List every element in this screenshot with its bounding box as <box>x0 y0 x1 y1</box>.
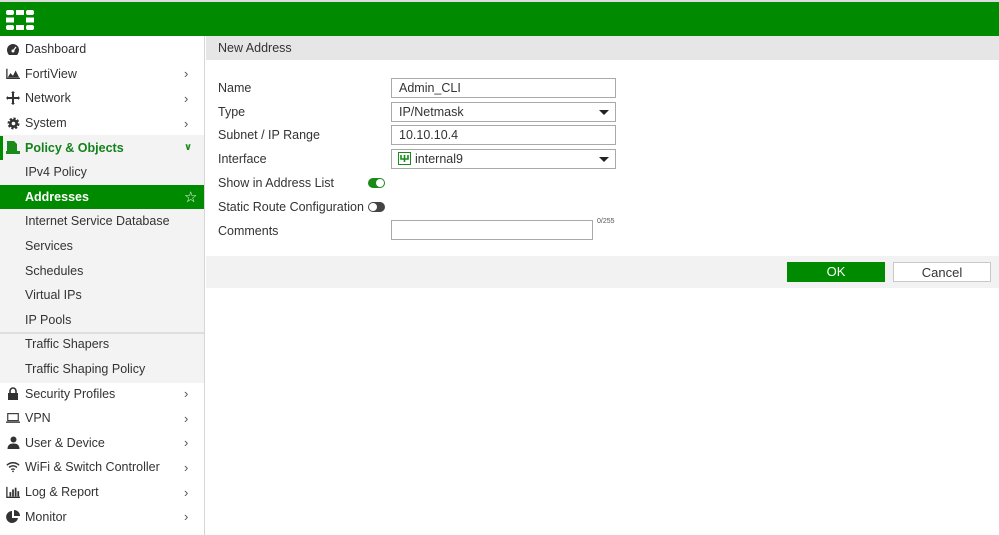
type-select[interactable]: IP/Netmask <box>391 102 616 122</box>
sidebar-item-dashboard[interactable]: Dashboard <box>0 37 204 62</box>
sidebar-item-label: Monitor <box>25 509 67 524</box>
sidebar-item-virtual-ips[interactable]: Virtual IPs <box>0 283 204 308</box>
sidebar-item-label: Log & Report <box>25 485 99 500</box>
sidebar-item-monitor[interactable]: Monitor › <box>0 504 204 529</box>
sidebar-item-label: Virtual IPs <box>25 288 82 303</box>
sidebar-item-label: Policy & Objects <box>25 140 124 155</box>
chevron-right-icon: › <box>184 66 189 82</box>
laptop-icon <box>6 411 20 425</box>
sidebar-item-ipv4-policy[interactable]: IPv4 Policy <box>0 160 204 185</box>
chevron-down-icon: ∨ <box>184 142 193 154</box>
star-icon[interactable]: ☆ <box>184 188 204 206</box>
sidebar-item-policy-objects[interactable]: Policy & Objects ∨ <box>0 135 204 160</box>
interface-select[interactable]: internal9 <box>391 149 616 169</box>
sidebar-item-system[interactable]: System › <box>0 111 204 136</box>
sidebar-item-label: System <box>25 116 67 131</box>
sidebar-item-log-report[interactable]: Log & Report › <box>0 480 204 505</box>
sidebar: Dashboard FortiView › Network › System › Policy… <box>0 36 205 535</box>
chevron-right-icon: › <box>184 459 189 475</box>
sidebar-item-internet-service-database[interactable]: Internet Service Database <box>0 209 204 234</box>
name-label: Name <box>218 81 252 95</box>
sidebar-item-security-profiles[interactable]: Security Profiles › <box>0 381 204 406</box>
sidebar-item-vpn[interactable]: VPN › <box>0 406 204 431</box>
cancel-button[interactable]: Cancel <box>893 262 991 282</box>
toggle-knob <box>376 179 384 187</box>
name-input[interactable]: Admin_CLI <box>391 78 616 98</box>
toggle-knob <box>369 203 377 211</box>
chevron-right-icon: › <box>184 435 189 451</box>
sidebar-item-label: FortiView <box>25 66 77 81</box>
type-value: IP/Netmask <box>399 105 464 119</box>
sidebar-item-label: Security Profiles <box>25 386 116 401</box>
sidebar-item-label: Internet Service Database <box>25 214 170 229</box>
sidebar-item-fortiview[interactable]: FortiView › <box>0 62 204 87</box>
comments-textarea[interactable] <box>391 220 593 240</box>
policy-icon <box>6 141 20 155</box>
static-route-toggle[interactable] <box>368 202 385 212</box>
chevron-right-icon: › <box>184 386 189 402</box>
static-label: Static Route Configuration <box>218 200 364 214</box>
sidebar-item-user-device[interactable]: User & Device › <box>0 431 204 456</box>
lock-icon <box>6 387 20 401</box>
network-icon <box>6 91 20 106</box>
sidebar-item-label: User & Device <box>25 435 105 450</box>
fortiview-icon <box>6 67 20 81</box>
dashboard-icon <box>6 42 20 56</box>
gear-icon <box>6 116 20 130</box>
bar-chart-icon <box>6 485 20 499</box>
sidebar-item-traffic-shaping-policy[interactable]: Traffic Shaping Policy <box>0 357 204 382</box>
ok-button[interactable]: OK <box>787 262 885 282</box>
show-label: Show in Address List <box>218 176 335 190</box>
sidebar-item-label: Services <box>25 239 73 254</box>
sidebar-item-label: Traffic Shaping Policy <box>25 362 146 377</box>
pie-chart-icon <box>6 509 20 524</box>
chevron-right-icon: › <box>184 115 189 131</box>
sidebar-item-label: IP Pools <box>25 312 72 327</box>
chevron-right-icon: › <box>184 509 189 525</box>
sidebar-item-label: VPN <box>25 411 51 426</box>
subnet-input[interactable]: 10.10.10.4 <box>391 125 616 145</box>
interface-label: Interface <box>218 152 267 166</box>
sidebar-item-network[interactable]: Network › <box>0 86 204 111</box>
page-title: New Address <box>206 36 999 60</box>
user-icon <box>6 436 20 450</box>
comments-label: Comments <box>218 224 279 238</box>
interface-port-icon <box>398 152 411 165</box>
sidebar-item-label: WiFi & Switch Controller <box>25 460 160 475</box>
show-in-address-list-toggle[interactable] <box>368 178 385 188</box>
sidebar-item-services[interactable]: Services <box>0 234 204 259</box>
sidebar-item-ip-pools[interactable]: IP Pools <box>0 308 204 333</box>
sidebar-item-traffic-shapers[interactable]: Traffic Shapers <box>0 332 204 357</box>
comments-count: 0/255 <box>597 218 615 225</box>
fortinet-logo-icon[interactable] <box>6 10 34 30</box>
sidebar-item-label: Network <box>25 91 71 106</box>
type-label: Type <box>218 105 246 119</box>
chevron-right-icon: › <box>184 484 189 500</box>
sidebar-item-label: Traffic Shapers <box>25 337 110 352</box>
wifi-icon <box>6 460 20 474</box>
sidebar-item-wifi-switch-controller[interactable]: WiFi & Switch Controller › <box>0 455 204 480</box>
sidebar-item-label: Schedules <box>25 263 84 278</box>
chevron-right-icon: › <box>184 90 189 106</box>
interface-value: internal9 <box>415 152 463 166</box>
sidebar-item-addresses[interactable]: Addresses ☆ <box>0 184 204 210</box>
subnet-label: Subnet / IP Range <box>218 128 320 142</box>
sidebar-item-schedules[interactable]: Schedules <box>0 258 204 283</box>
sidebar-item-label: Addresses <box>25 189 89 204</box>
sidebar-item-label: IPv4 Policy <box>25 165 87 180</box>
chevron-right-icon: › <box>184 410 189 426</box>
sidebar-item-label: Dashboard <box>25 42 87 57</box>
top-bar <box>0 0 999 36</box>
